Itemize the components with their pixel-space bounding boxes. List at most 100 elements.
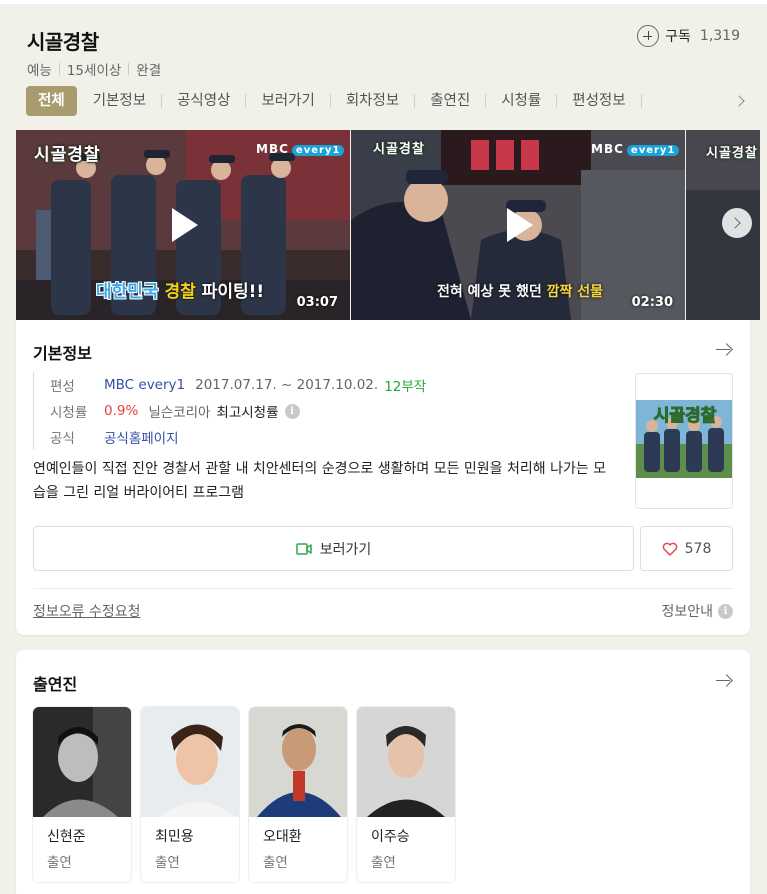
report-error-link[interactable]: 정보오류 수정요청	[33, 601, 141, 621]
info-icon: i	[718, 603, 733, 619]
program-poster[interactable]: 시골경찰	[635, 373, 733, 509]
top-strip	[0, 0, 767, 4]
tab-official-video[interactable]: 공식영상	[171, 86, 236, 116]
tab-watch[interactable]: 보러가기	[255, 86, 320, 116]
arrow-right-icon[interactable]	[715, 342, 733, 356]
cast-name: 이주승	[371, 829, 410, 845]
watch-button[interactable]: 보러가기	[33, 526, 634, 571]
tab-episodes[interactable]: 회차정보	[340, 86, 405, 116]
video-item[interactable]: 시골경찰 MBC every1 전혀 예상 못 했던 깜짝 선물 02:30	[351, 130, 685, 320]
broadcast-period: 2017.07.17. ~ 2017.10.02.	[195, 377, 379, 393]
avatar	[357, 707, 455, 817]
avatar	[33, 707, 131, 817]
broadcaster-logo: MBC every1	[256, 142, 345, 156]
divider	[33, 588, 733, 589]
video-logo: 시골경찰	[706, 146, 758, 161]
heart-icon	[662, 542, 677, 556]
info-row-schedule: 편성 MBC every1 2017.07.17. ~ 2017.10.02. …	[50, 372, 426, 398]
tab-cast[interactable]: 출연진	[424, 86, 476, 116]
like-button[interactable]: 578	[640, 526, 733, 571]
play-icon	[507, 208, 533, 242]
arrow-right-icon[interactable]	[715, 673, 733, 687]
video-item[interactable]: 시골경찰 MBC every1 대한민국 경찰 파이팅!! 03:07	[16, 130, 350, 320]
video-caption: 전혀 예상 못 했던 깜짝 선물	[437, 281, 603, 301]
cast-photo	[357, 707, 455, 817]
broadcaster-name: MBC	[591, 142, 624, 156]
video-logo: 시골경찰	[373, 142, 425, 157]
subscribe-button[interactable]: 구독 1,319	[637, 25, 740, 47]
official-homepage-link[interactable]: 공식홈페이지	[104, 427, 179, 447]
info-icon[interactable]: i	[284, 403, 300, 419]
divider	[128, 63, 130, 75]
cast-item[interactable]: 최민용 출연	[141, 707, 239, 882]
tab-ratings[interactable]: 시청률	[495, 86, 547, 116]
cast-photo	[249, 707, 347, 817]
video-item[interactable]: 시골경찰	[686, 130, 760, 320]
chevron-right-icon[interactable]	[733, 93, 749, 109]
episode-count: 12부작	[384, 379, 427, 395]
tab-all[interactable]: 전체	[26, 86, 77, 116]
avatar	[141, 707, 239, 817]
info-row-rating: 시청률 0.9% 닐슨코리아 최고시청률 i	[50, 398, 426, 424]
info-guide-button[interactable]: 정보안내 i	[661, 601, 733, 621]
video-duration: 02:30	[631, 295, 673, 310]
cast-photo	[141, 707, 239, 817]
divider	[556, 94, 558, 108]
watch-label: 보러가기	[319, 541, 372, 558]
divider	[414, 94, 416, 108]
tab-schedule[interactable]: 편성정보	[566, 86, 631, 116]
section-title: 기본정보	[33, 344, 92, 363]
video-carousel: 시골경찰 MBC every1 대한민국 경찰 파이팅!! 03:07 시골경찰 …	[16, 130, 760, 320]
video-caption: 대한민국 경찰 파이팅!!	[96, 277, 264, 302]
cast-photo	[33, 707, 131, 817]
rating-source: 닐슨코리아	[148, 405, 211, 421]
divider	[58, 63, 60, 75]
divider	[161, 94, 163, 108]
info-label: 시청률	[50, 405, 88, 421]
divider	[245, 94, 247, 108]
cast-list: 신현준 출연 최민용 출연 오대환 출연 이주승 출연	[33, 707, 455, 882]
program-meta: 예능 15세이상 완결	[27, 59, 161, 79]
channel-badge: every1	[291, 145, 345, 156]
avatar	[249, 707, 347, 817]
divider	[329, 94, 331, 108]
cast-name: 최민용	[155, 829, 194, 845]
broadcaster-logo: MBC every1	[591, 142, 680, 156]
cast-name: 오대환	[263, 829, 302, 845]
like-count: 578	[684, 540, 712, 557]
cast-item[interactable]: 오대환 출연	[249, 707, 347, 882]
channel-link[interactable]: MBC every1	[104, 377, 185, 393]
subscribe-count: 1,319	[699, 28, 740, 44]
meta-status: 완결	[136, 63, 162, 79]
caption-text: 파이팅!!	[201, 282, 265, 302]
section-title: 출연진	[33, 675, 78, 694]
caption-text: 대한민국	[96, 282, 159, 302]
chevron-right-icon[interactable]	[722, 208, 752, 238]
cast-role: 출연	[263, 855, 288, 871]
program-description: 연예인들이 직접 진안 경찰서 관할 내 치안센터의 순경으로 생활하며 모든 …	[33, 461, 607, 501]
cast-item[interactable]: 이주승 출연	[357, 707, 455, 882]
caption-text: 전혀 예상 못 했던	[437, 284, 542, 300]
basic-info-card: 기본정보 편성 MBC every1 2017.07.17. ~ 2017.10…	[16, 320, 750, 635]
cast-item[interactable]: 신현준 출연	[33, 707, 131, 882]
subscribe-label: 구독	[665, 29, 691, 45]
info-row-official: 공식 공식홈페이지	[50, 424, 426, 450]
video-camera-icon	[295, 542, 312, 555]
cast-card: 출연진 신현준 출연 최민용 출연 오대환 출연 이주승 출연	[16, 650, 750, 894]
video-duration: 03:07	[296, 295, 338, 310]
poster-image: 시골경찰	[636, 374, 732, 508]
info-label: 편성	[50, 379, 75, 395]
divider	[485, 94, 487, 108]
caption-highlight: 깜짝 선물	[546, 284, 604, 300]
tab-basic-info[interactable]: 기본정보	[87, 86, 152, 116]
video-logo: 시골경찰	[34, 145, 101, 165]
meta-age-rating: 15세이상	[66, 63, 122, 79]
poster-title: 시골경찰	[654, 406, 717, 426]
broadcaster-name: MBC	[256, 142, 289, 156]
rating-value: 0.9%	[104, 403, 139, 419]
info-guide-label: 정보안내	[661, 604, 713, 620]
info-table: 편성 MBC every1 2017.07.17. ~ 2017.10.02. …	[33, 372, 426, 450]
page-title: 시골경찰	[27, 30, 99, 54]
plus-icon	[637, 25, 660, 47]
cast-role: 출연	[47, 855, 72, 871]
